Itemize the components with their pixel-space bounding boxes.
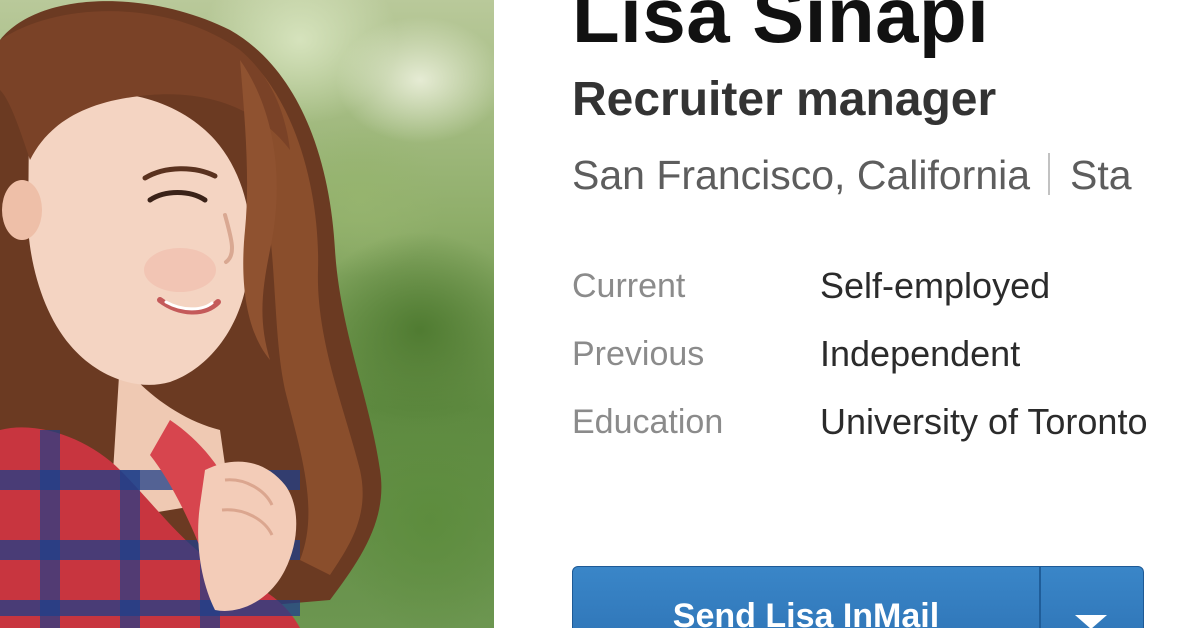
inmail-dropdown-button[interactable] xyxy=(1039,567,1143,628)
profile-summary-table: Current Self-employed Previous Independe… xyxy=(572,252,1147,456)
summary-row-education: Education University of Toronto xyxy=(572,388,1147,456)
profile-card: Lisa Sinapi Recruiter manager San Franci… xyxy=(0,0,1200,628)
profile-industry: Sta xyxy=(1070,152,1132,198)
summary-row-current: Current Self-employed xyxy=(572,252,1147,320)
send-inmail-button-group: Send Lisa InMail xyxy=(572,566,1144,628)
divider xyxy=(1048,153,1051,195)
summary-label: Previous xyxy=(572,334,705,373)
profile-location: San Francisco, California xyxy=(572,152,1031,198)
location-row: San Francisco, California Sta xyxy=(572,152,1132,199)
summary-row-previous: Previous Independent xyxy=(572,320,1147,388)
profile-name: Lisa Sinapi xyxy=(572,0,990,59)
summary-value-current[interactable]: Self-employed xyxy=(820,252,1147,320)
summary-label: Current xyxy=(572,266,686,305)
caret-down-icon xyxy=(1075,615,1107,628)
summary-value-previous[interactable]: Independent xyxy=(820,320,1147,388)
profile-headline: Recruiter manager xyxy=(572,73,997,126)
summary-value-education[interactable]: University of Toronto xyxy=(820,388,1147,456)
profile-details: Lisa Sinapi Recruiter manager San Franci… xyxy=(572,0,1200,628)
profile-photo[interactable] xyxy=(0,0,494,628)
send-inmail-button[interactable]: Send Lisa InMail xyxy=(573,567,1039,628)
summary-label: Education xyxy=(572,402,724,441)
profile-photo-illustration xyxy=(0,1,382,628)
